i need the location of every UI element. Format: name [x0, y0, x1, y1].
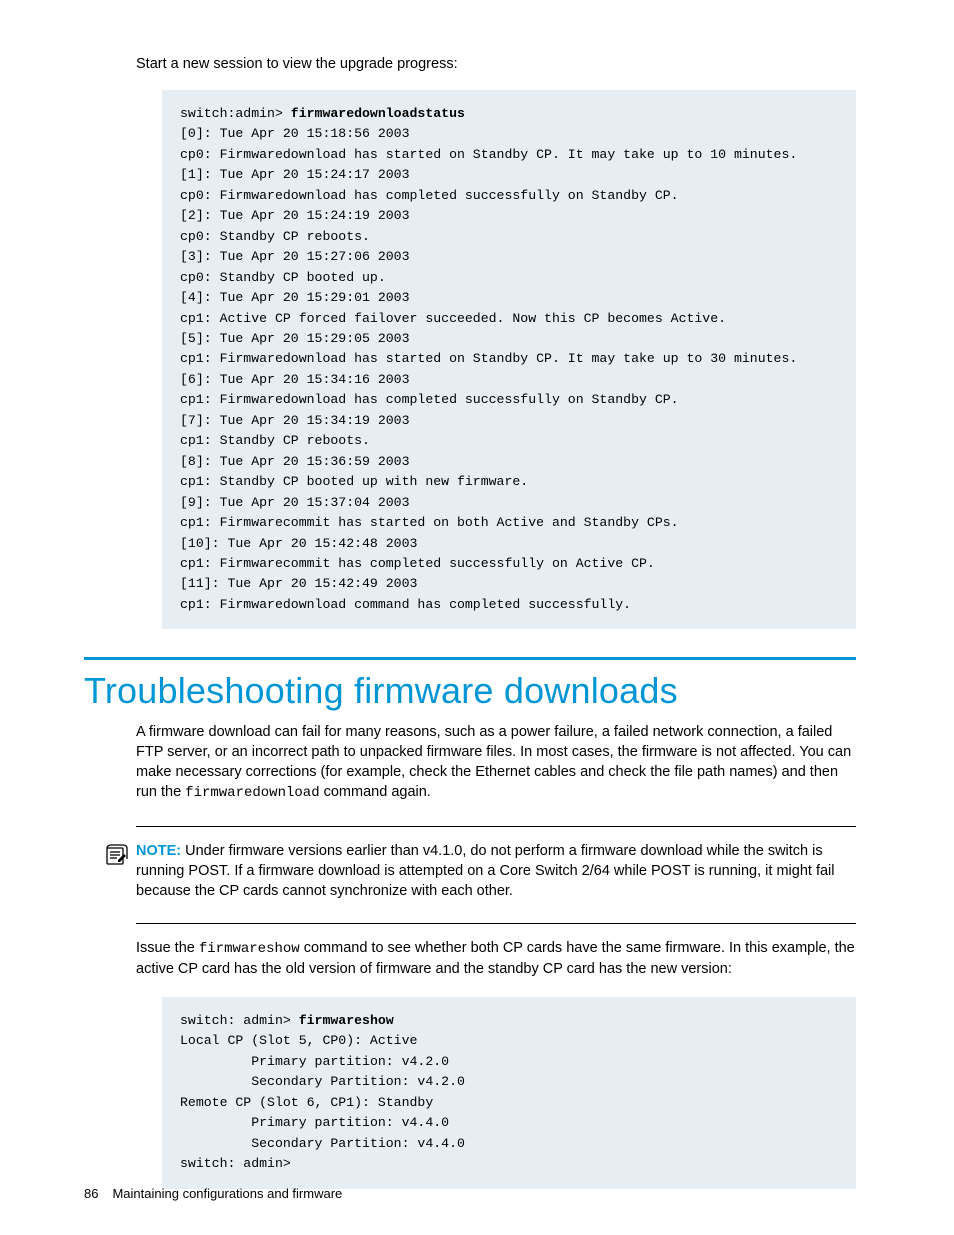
- page-number: 86: [84, 1186, 98, 1201]
- note-icon: [104, 843, 130, 872]
- code-block-show: switch: admin> firmwareshow Local CP (Sl…: [162, 997, 856, 1189]
- divider: [136, 826, 856, 827]
- intro-text: Start a new session to view the upgrade …: [136, 56, 856, 72]
- divider: [136, 923, 856, 924]
- chapter-title: Maintaining configurations and firmware: [112, 1186, 342, 1201]
- code-body: Local CP (Slot 5, CP0): Active Primary p…: [180, 1033, 465, 1171]
- command: firmwareshow: [299, 1013, 394, 1028]
- code-block-status: switch:admin> firmwaredownloadstatus [0]…: [162, 90, 856, 629]
- code-body: [0]: Tue Apr 20 15:18:56 2003 cp0: Firmw…: [180, 126, 797, 611]
- note-label: NOTE:: [136, 843, 181, 859]
- note-text: NOTE: Under firmware versions earlier th…: [136, 841, 856, 901]
- paragraph-firmwareshow: Issue the firmwareshow command to see wh…: [136, 938, 856, 979]
- note-block: NOTE: Under firmware versions earlier th…: [104, 841, 856, 901]
- page-footer: 86 Maintaining configurations and firmwar…: [84, 1186, 342, 1201]
- section-divider: [84, 657, 856, 660]
- prompt: switch:admin>: [180, 106, 291, 121]
- prompt: switch: admin>: [180, 1013, 299, 1028]
- paragraph-overview: A firmware download can fail for many re…: [136, 722, 856, 803]
- inline-command: firmwaredownload: [185, 785, 319, 801]
- section-title: Troubleshooting firmware downloads: [84, 670, 856, 712]
- command: firmwaredownloadstatus: [291, 106, 465, 121]
- inline-command: firmwareshow: [199, 941, 300, 957]
